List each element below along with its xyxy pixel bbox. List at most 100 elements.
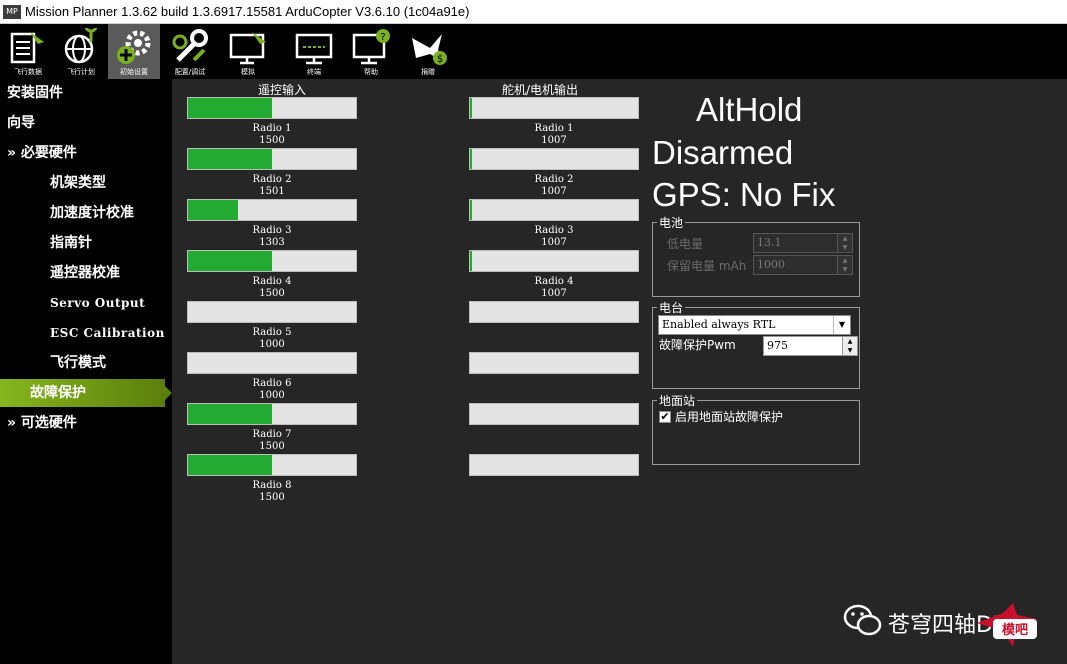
servo-output-channel-name: Radio 3: [534, 225, 574, 236]
servo-output-bar-4: [469, 250, 639, 272]
radio-input-channel-value: 1303: [259, 237, 285, 248]
toolbar-help[interactable]: ? 帮助: [345, 24, 397, 79]
low-voltage-input[interactable]: 13.1 ▲ ▼: [753, 233, 853, 253]
radio-input-bar-fill: [188, 251, 272, 271]
toolbar-label: 终端: [307, 68, 321, 76]
toolbar-label: 模拟: [241, 68, 255, 76]
gcs-failsafe-group: 地面站 ✔ 启用地面站故障保护: [652, 392, 860, 465]
sidebar-item-radio-calibration[interactable]: 遥控器校准: [0, 259, 172, 287]
flight-mode-status: AltHold: [696, 91, 803, 128]
servo-output-bar-fill: [470, 98, 472, 118]
reserved-mah-input[interactable]: 1000 ▲ ▼: [753, 255, 853, 275]
radio-input-channel-value: 1000: [259, 339, 285, 350]
servo-output-bar-5: [469, 301, 639, 323]
radio-input-bar-fill: [188, 98, 272, 118]
spin-arrows-icon[interactable]: ▲ ▼: [837, 234, 852, 252]
servo-output-bar-8: [469, 454, 639, 476]
servo-output-bar-fill: [470, 251, 472, 271]
sidebar-item-install-firmware[interactable]: 安装固件: [0, 79, 172, 107]
radio-input-channel-name: Radio 7: [252, 429, 292, 440]
failsafe-pwm-label: 故障保护Pwm: [659, 338, 736, 352]
toolbar-flight-plan[interactable]: 飞行计划: [55, 24, 107, 79]
toolbar-donate[interactable]: $ 捐赠: [402, 24, 454, 79]
servo-output-bar-7: [469, 403, 639, 425]
radio-input-bar-fill: [188, 404, 272, 424]
radio-input-channel-value: 1501: [259, 186, 285, 197]
radio-input-channel-value: 1500: [259, 135, 285, 146]
setup-sidebar: 安装固件 向导 » 必要硬件 机架类型 加速度计校准 指南针 遥控器校准 Ser…: [0, 79, 172, 664]
toolbar-label: 飞行数据: [14, 68, 42, 76]
radio-input-channel-value: 1000: [259, 390, 285, 401]
sidebar-item-compass[interactable]: 指南针: [0, 229, 172, 257]
toolbar-label: 配置/调试: [174, 68, 206, 76]
radio-group-title: 电台: [657, 299, 686, 316]
low-voltage-label: 低电量: [667, 237, 704, 251]
chevron-down-icon[interactable]: ▼: [833, 316, 850, 334]
wechat-icon: [843, 604, 882, 636]
radio-input-channel-value: 1500: [259, 492, 285, 503]
flight-plan-icon: [64, 28, 98, 64]
servo-output-title: 舵机/电机输出: [500, 81, 581, 98]
radio-input-bar-fill: [188, 455, 272, 475]
radio-input-channel-name: Radio 4: [252, 276, 292, 287]
sidebar-item-optional-hardware[interactable]: » 可选硬件: [0, 409, 172, 437]
radio-input-bar-fill: [188, 200, 239, 220]
sidebar-item-esc-calibration[interactable]: ESC Calibration: [0, 319, 172, 347]
servo-output-bar-1: [469, 97, 639, 119]
donate-icon: $: [412, 34, 447, 65]
radio-input-channel-name: Radio 5: [252, 327, 292, 338]
radio-input-channel-name: Radio 6: [252, 378, 292, 389]
battery-group: 电池 低电量 13.1 ▲ ▼ 保留电量 mAh 1000 ▲ ▼: [652, 214, 860, 297]
armed-status: Disarmed: [652, 134, 794, 171]
toolbar-config-tuning[interactable]: 配置/调试: [164, 24, 216, 79]
help-icon: ?: [352, 29, 390, 65]
gcs-group-title: 地面站: [657, 392, 698, 409]
config-tuning-icon: [172, 29, 208, 62]
toolbar-label: 飞行计划: [67, 68, 95, 76]
radio-input-bar-1: [187, 97, 357, 119]
sidebar-item-wizard[interactable]: 向导: [0, 109, 172, 137]
sidebar-item-mandatory-hardware[interactable]: » 必要硬件: [0, 139, 172, 167]
radio-failsafe-group: 电台 Enabled always RTL ▼ 故障保护Pwm 975 ▲ ▼: [652, 299, 860, 389]
toolbar-simulation[interactable]: 模拟: [222, 24, 274, 79]
toolbar-label: 初始设置: [120, 68, 148, 76]
servo-output-bar-6: [469, 352, 639, 374]
sidebar-item-failsafe[interactable]: 故障保护: [0, 379, 172, 407]
servo-output-channel-value: 1007: [541, 237, 567, 248]
sidebar-item-servo-output[interactable]: Servo Output: [0, 289, 172, 317]
spin-arrows-icon[interactable]: ▲ ▼: [842, 337, 857, 355]
spin-arrows-icon[interactable]: ▲ ▼: [837, 256, 852, 274]
window-title: Mission Planner 1.3.62 build 1.3.6917.15…: [25, 4, 470, 19]
radio-input-channel-value: 1500: [259, 288, 285, 299]
radio-input-bar-8: [187, 454, 357, 476]
radio-input-bar-3: [187, 199, 357, 221]
servo-output-channel-name: Radio 1: [534, 123, 574, 134]
svg-text:$: $: [437, 54, 443, 65]
radio-input-channel-name: Radio 3: [252, 225, 292, 236]
reserved-mah-label: 保留电量 mAh: [667, 259, 747, 273]
radio-input-bar-2: [187, 148, 357, 170]
gcs-failsafe-label: 启用地面站故障保护: [675, 410, 784, 424]
window-titlebar: MP Mission Planner 1.3.62 build 1.3.6917…: [0, 0, 1067, 24]
servo-output-channel-name: Radio 2: [534, 174, 574, 185]
sidebar-item-frame-type[interactable]: 机架类型: [0, 169, 172, 197]
gps-status: GPS: No Fix: [652, 176, 836, 213]
terminal-icon: [295, 33, 333, 65]
radio-input-bar-5: [187, 301, 357, 323]
servo-output-bar-2: [469, 148, 639, 170]
failsafe-pwm-input[interactable]: 975 ▲ ▼: [763, 336, 858, 356]
failsafe-panel: 遥控输入 Radio 1 1500 Radio 2 1501 Radio 3 1303 Ra…: [172, 79, 1067, 664]
radio-input-channel-name: Radio 2: [252, 174, 292, 185]
servo-output-channel-value: 1007: [541, 288, 567, 299]
toolbar-terminal[interactable]: 终端: [288, 24, 340, 79]
radio-input-bar-fill: [188, 149, 272, 169]
sidebar-item-accel-calibration[interactable]: 加速度计校准: [0, 199, 172, 227]
toolbar-flight-data[interactable]: 飞行数据: [2, 24, 54, 79]
sidebar-item-flight-modes[interactable]: 飞行模式: [0, 349, 172, 377]
moba-logo-icon: 模吧: [977, 603, 1037, 647]
gcs-failsafe-checkbox[interactable]: ✔: [659, 411, 671, 423]
toolbar-initial-setup[interactable]: 初始设置: [108, 24, 160, 79]
radio-input-channel-name: Radio 1: [252, 123, 292, 134]
toolbar-label: 帮助: [364, 68, 378, 76]
radio-failsafe-action-select[interactable]: Enabled always RTL ▼: [658, 315, 851, 335]
